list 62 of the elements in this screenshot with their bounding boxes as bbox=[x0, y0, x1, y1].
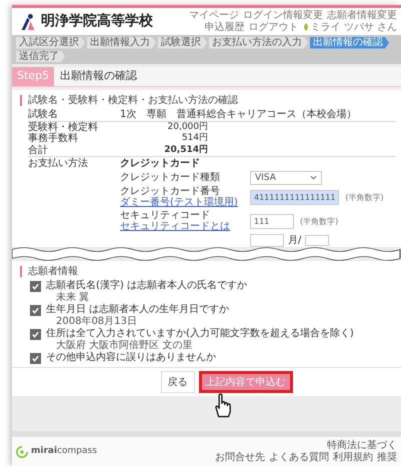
caret-icon bbox=[310, 175, 317, 180]
field-label: クレジットカード種類 bbox=[120, 172, 221, 184]
checkbox[interactable] bbox=[30, 328, 41, 340]
answer-text: 2008年08月13日 bbox=[55, 316, 138, 328]
answer-text: 未来 翼 bbox=[55, 292, 90, 304]
expiry-separator: 月/ bbox=[288, 234, 302, 246]
school-name: 明浄学院高等学校 bbox=[41, 13, 153, 30]
input-field[interactable] bbox=[305, 234, 330, 246]
field-label: クレジットカード番号 bbox=[120, 186, 220, 197]
footer-link[interactable]: よくある質問 bbox=[269, 452, 329, 463]
checkbox-label: 生年月日 は志願者本人の生年月日ですか bbox=[46, 304, 230, 316]
checkbox[interactable] bbox=[30, 304, 41, 316]
select-field[interactable] bbox=[250, 234, 284, 247]
help-link[interactable]: セキュリティコードとは bbox=[120, 221, 244, 233]
nav-link[interactable]: 申込履歴 bbox=[204, 22, 245, 33]
field-note: (半角数字) bbox=[345, 192, 384, 202]
nav-link[interactable]: ログイン情報変更 bbox=[243, 10, 323, 22]
row-label: 合計 bbox=[28, 144, 49, 156]
checkbox[interactable] bbox=[30, 280, 41, 292]
field-label: セキュリティコード bbox=[120, 210, 211, 222]
input-field[interactable]: 4111111111111111 bbox=[250, 190, 340, 206]
checkbox-label: 住所は全て入力されていますか(入力可能文字数を超える場合を除く) bbox=[46, 328, 354, 340]
user-name: ミライ ツバサ さん bbox=[310, 22, 397, 33]
leaf-icon bbox=[302, 23, 309, 32]
school-logo-icon bbox=[20, 12, 36, 30]
input-field[interactable]: 111 bbox=[250, 214, 294, 230]
progress-step: 出願情報入力 bbox=[87, 37, 156, 48]
nav-link[interactable]: マイページ bbox=[189, 10, 239, 22]
progress-step: 入試区分選択 bbox=[16, 37, 85, 48]
nav-link[interactable]: 志願者情報変更 bbox=[327, 10, 397, 22]
select-field[interactable]: VISA bbox=[250, 170, 322, 185]
row-value: 20,514円 bbox=[163, 144, 208, 156]
progress-step: お支払い方法の入力 bbox=[209, 37, 308, 48]
section-title: 試験名・受験料・検定料・お支払い方法の確認 bbox=[20, 94, 395, 106]
footer-link[interactable]: 推奨 bbox=[377, 452, 397, 463]
row-label: 事務手数料 bbox=[28, 133, 79, 144]
footer-link[interactable]: 利用規約 bbox=[333, 452, 373, 463]
row-label: 受験料・検定料 bbox=[28, 122, 99, 133]
row-label: お支払い方法 bbox=[28, 158, 89, 172]
field-note: (半角数字) bbox=[300, 216, 338, 226]
footer-link[interactable]: 特商法に基づく bbox=[327, 440, 397, 452]
page-title: 出願情報の確認 bbox=[60, 70, 138, 83]
row-value: 514円 bbox=[180, 133, 208, 144]
progress-step: 送信完了 bbox=[16, 50, 65, 62]
checkbox[interactable] bbox=[30, 352, 41, 364]
row-value: 20,000円 bbox=[166, 122, 208, 133]
step-badge: Step5 bbox=[12, 67, 54, 86]
payment-method: クレジットカード bbox=[120, 158, 201, 170]
row-label: 試験名 bbox=[28, 109, 59, 121]
help-link[interactable]: ダミー番号(テスト環境用) bbox=[120, 197, 244, 209]
progress-step: 出願情報の確認 bbox=[310, 37, 389, 48]
brand-name: miraicompass bbox=[31, 446, 97, 457]
back-button[interactable]: 戻る bbox=[160, 370, 194, 393]
row-value: 1次 専願 普通科総合キャリアコース（本校会場） bbox=[120, 109, 356, 121]
compass-logo-icon bbox=[16, 446, 28, 458]
section-title: 志願者情報 bbox=[20, 266, 395, 278]
checkbox-label: 志願者氏名(漢字) は志願者本人の氏名ですか bbox=[46, 280, 247, 292]
checkbox-label: その他申込内容に誤りはありませんか bbox=[46, 352, 216, 364]
nav-link[interactable]: ログアウト bbox=[248, 22, 299, 33]
footer-link[interactable]: お問合せ先 bbox=[215, 452, 265, 463]
answer-text: 大阪府 大阪市阿倍野区 文の里 bbox=[55, 340, 194, 352]
progress-step: 試験選択 bbox=[158, 37, 207, 48]
